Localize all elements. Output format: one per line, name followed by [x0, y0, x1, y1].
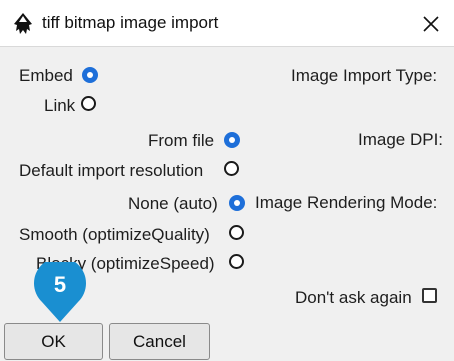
- link-label: Link: [44, 96, 76, 115]
- embed-label: Embed: [19, 66, 73, 85]
- smooth-label: Smooth (optimizeQuality): [19, 225, 210, 244]
- inkscape-icon: [14, 13, 32, 34]
- from-file-radio[interactable]: [224, 132, 240, 148]
- link-radio[interactable]: [81, 96, 96, 111]
- embed-radio[interactable]: [82, 67, 98, 83]
- ok-button[interactable]: OK: [4, 323, 103, 360]
- import-type-heading: Image Import Type:: [291, 66, 438, 85]
- cancel-button[interactable]: Cancel: [109, 323, 210, 360]
- none-auto-radio[interactable]: [229, 195, 245, 211]
- rendering-mode-heading: Image Rendering Mode:: [255, 193, 438, 212]
- dont-ask-checkbox[interactable]: [422, 288, 437, 303]
- image-dpi-heading: Image DPI:: [358, 130, 444, 149]
- window-title: tiff bitmap image import: [42, 13, 219, 32]
- from-file-label: From file: [148, 131, 215, 150]
- smooth-radio[interactable]: [229, 225, 244, 240]
- step-badge-number: 5: [53, 272, 67, 297]
- default-resolution-label: Default import resolution: [19, 161, 204, 180]
- close-icon[interactable]: [416, 9, 446, 39]
- none-auto-label: None (auto): [128, 194, 218, 213]
- default-resolution-radio[interactable]: [224, 161, 239, 176]
- dont-ask-label: Don't ask again: [295, 288, 412, 307]
- title-bar: tiff bitmap image import: [0, 0, 454, 47]
- blocky-radio[interactable]: [229, 254, 244, 269]
